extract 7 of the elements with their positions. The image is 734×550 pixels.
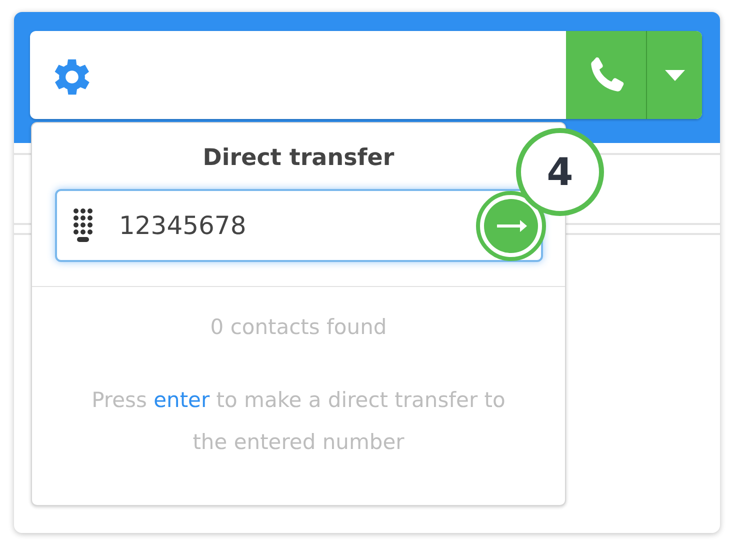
help-text: Press enter to make a direct transfer to the entered number <box>90 387 506 456</box>
dropdown-button[interactable] <box>646 31 702 119</box>
popup-title: Direct transfer <box>202 145 396 171</box>
results-count: 0 contacts found <box>209 315 388 339</box>
caret-icon <box>664 70 684 80</box>
keypad-icon <box>73 208 93 242</box>
call-button[interactable] <box>566 31 646 119</box>
